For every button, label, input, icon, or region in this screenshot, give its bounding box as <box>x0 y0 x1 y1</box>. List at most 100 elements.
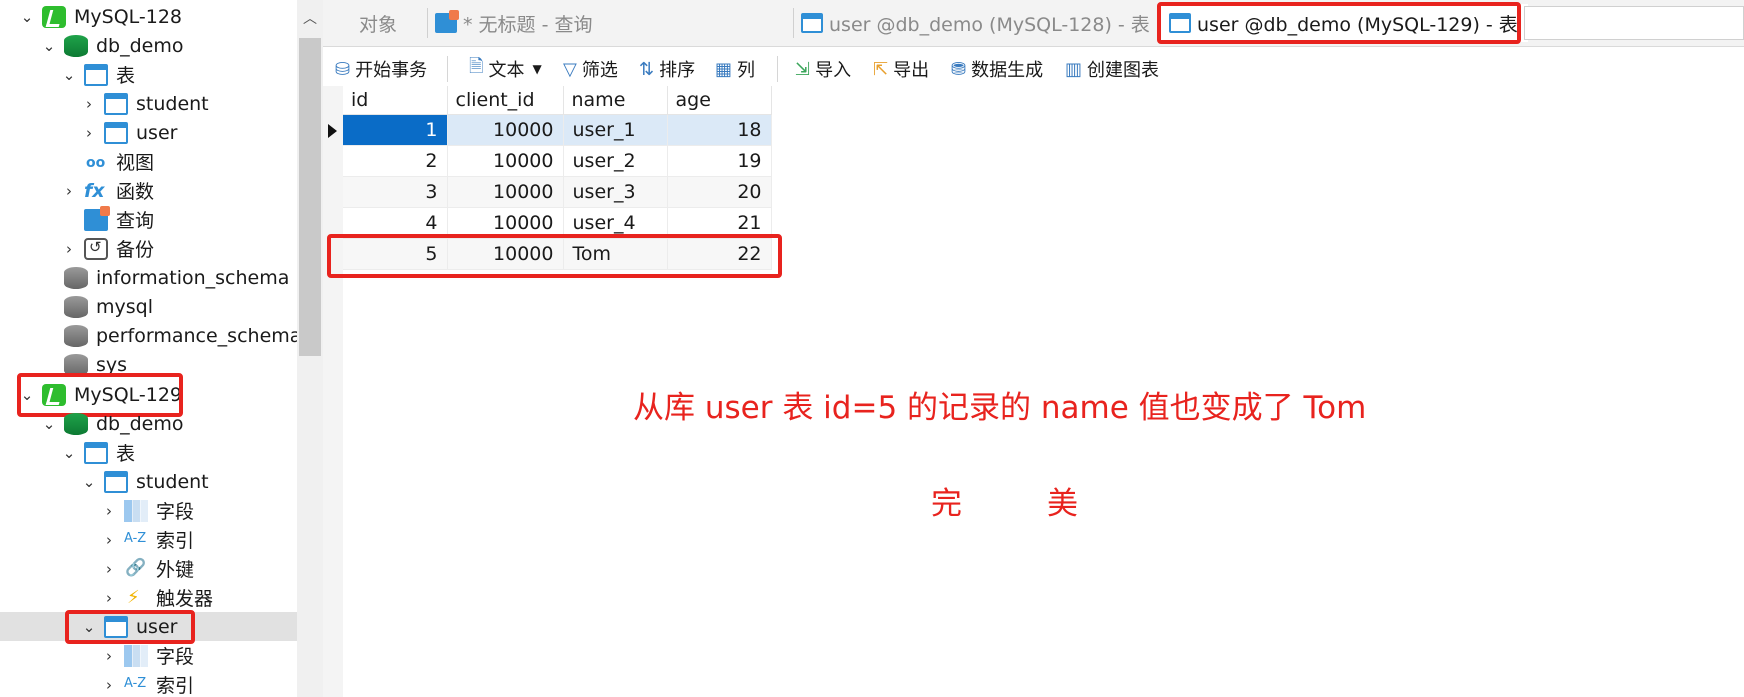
tree-label: performance_schema <box>96 324 297 347</box>
chevron-right-icon[interactable]: › <box>100 676 118 694</box>
scrollbar-thumb[interactable] <box>299 38 321 356</box>
toolbar-label: 排序 <box>659 60 696 81</box>
chevron-right-icon[interactable]: › <box>80 95 98 113</box>
tree-table-student-129[interactable]: ⌄ student <box>80 467 209 496</box>
tab-objects[interactable]: 对象 <box>359 4 397 42</box>
database-icon <box>64 324 88 347</box>
filter-button[interactable]: ▽ 筛选 <box>563 54 618 84</box>
chevron-up-icon[interactable]: ︿ <box>303 8 317 28</box>
dropdown-arrow-icon[interactable]: ▼ <box>532 62 541 76</box>
chevron-right-icon[interactable]: › <box>100 560 118 578</box>
chevron-down-icon[interactable]: ⌄ <box>40 37 58 55</box>
cell-client-id[interactable]: 10000 <box>447 114 564 146</box>
chevron-down-icon[interactable]: ⌄ <box>60 444 78 462</box>
cell-id[interactable]: 2 <box>343 145 448 177</box>
connection-icon <box>42 5 66 28</box>
tree-label: 函数 <box>116 181 155 203</box>
tree-connection-mysql128[interactable]: ⌄ MySQL-128 <box>18 2 182 31</box>
annotation-text: 从库 user 表 id=5 的记录的 name 值也变成了 Tom <box>633 390 1367 426</box>
cell-name[interactable]: user_1 <box>563 114 668 146</box>
cell-client-id[interactable]: 10000 <box>447 176 564 208</box>
cell-id[interactable]: 1 <box>343 114 448 146</box>
grid-icon: ▦ <box>715 58 733 80</box>
toolbar-label: 开始事务 <box>355 60 428 81</box>
cell-age[interactable]: 19 <box>667 145 772 177</box>
tab-label: 对象 <box>359 13 398 36</box>
tree-indexes-user[interactable]: › 索引 <box>100 670 194 697</box>
import-button[interactable]: ⇲ 导入 <box>795 54 851 84</box>
tree-views-128[interactable]: 视图 <box>60 147 154 176</box>
begin-transaction-button[interactable]: ⛁ 开始事务 <box>335 54 427 84</box>
tree-db-demo-128[interactable]: ⌄ db_demo <box>40 31 184 60</box>
tree-db-performance-schema[interactable]: performance_schema <box>40 321 297 350</box>
tree-fields-user[interactable]: › 字段 <box>100 641 194 670</box>
column-header-client-id[interactable]: client_id <box>447 86 564 115</box>
tree-foreign-keys[interactable]: › 外键 <box>100 554 194 583</box>
tree-label: db_demo <box>96 412 184 435</box>
column-header-name[interactable]: name <box>563 86 668 115</box>
table-row[interactable]: 1 10000 user_1 18 <box>343 114 772 146</box>
tree-scrollbar[interactable]: ︿ <box>297 0 323 697</box>
field-icon <box>124 644 148 667</box>
tree-table-student-128[interactable]: › student <box>80 89 209 118</box>
chevron-down-icon[interactable]: ⌄ <box>40 415 58 433</box>
tab-search-input[interactable] <box>1524 6 1744 40</box>
toolbar-label: 导入 <box>815 60 852 81</box>
chevron-right-icon[interactable]: › <box>60 240 78 258</box>
tree-db-mysql[interactable]: mysql <box>40 292 153 321</box>
column-header-age[interactable]: age <box>667 86 772 115</box>
column-header-id[interactable]: id <box>343 86 448 115</box>
chevron-right-icon[interactable]: › <box>100 502 118 520</box>
toolbar-label: 创建图表 <box>1087 60 1160 81</box>
cell-client-id[interactable]: 10000 <box>447 145 564 177</box>
chevron-down-icon[interactable]: ⌄ <box>80 473 98 491</box>
index-icon <box>124 529 148 551</box>
chevron-right-icon[interactable]: › <box>60 182 78 200</box>
data-generation-button[interactable]: ⛃ 数据生成 <box>951 54 1043 84</box>
cell-age[interactable]: 18 <box>667 114 772 146</box>
export-button[interactable]: ⇱ 导出 <box>873 54 929 84</box>
tree-indexes[interactable]: › 索引 <box>100 525 194 554</box>
chevron-right-icon[interactable]: › <box>100 531 118 549</box>
tree-tables-129[interactable]: ⌄ 表 <box>60 438 135 467</box>
sort-icon: ⇅ <box>639 58 655 80</box>
tree-queries-128[interactable]: 查询 <box>60 205 154 234</box>
grid-vertical-scrollbar[interactable] <box>1718 86 1744 697</box>
document-icon: 🗎 <box>469 56 484 77</box>
export-icon: ⇱ <box>873 58 889 80</box>
tree-triggers[interactable]: › 触发器 <box>100 583 213 612</box>
chevron-right-icon[interactable]: › <box>100 589 118 607</box>
tree-table-user-128[interactable]: › user <box>80 118 177 147</box>
table-row[interactable]: 3 10000 user_3 20 <box>343 176 772 208</box>
columns-button[interactable]: ▦ 列 <box>715 54 755 84</box>
cell-age[interactable]: 20 <box>667 176 772 208</box>
tree-fields[interactable]: › 字段 <box>100 496 194 525</box>
cell-id[interactable]: 3 <box>343 176 448 208</box>
tree-label: 字段 <box>156 501 195 523</box>
lightning-icon <box>124 587 148 609</box>
tab-query[interactable]: * 无标题 - 查询 <box>435 4 592 42</box>
data-grid-area: id client_id name age 1 10000 user_1 18 … <box>323 86 1744 697</box>
field-icon <box>124 499 148 522</box>
sort-button[interactable]: ⇅ 排序 <box>639 54 695 84</box>
tree-label: db_demo <box>96 34 184 57</box>
tree-db-information-schema[interactable]: information_schema <box>40 263 289 292</box>
tree-functions-128[interactable]: › 函数 <box>60 176 154 205</box>
create-chart-button[interactable]: ▥ 创建图表 <box>1065 54 1159 84</box>
cell-name[interactable]: user_2 <box>563 145 668 177</box>
annotation-word-1: 完 <box>931 486 962 522</box>
tab-user-mysql128[interactable]: user @db_demo (MySQL-128) - 表 <box>801 4 1150 42</box>
tree-label: 表 <box>116 443 136 465</box>
tree-db-demo-129[interactable]: ⌄ db_demo <box>40 409 184 438</box>
chevron-down-icon[interactable]: ⌄ <box>18 8 36 26</box>
chevron-right-icon[interactable]: › <box>100 647 118 665</box>
table-row[interactable]: 2 10000 user_2 19 <box>343 145 772 177</box>
navigation-tree: ⌄ MySQL-128 ⌄ db_demo ⌄ 表 › student › us… <box>0 0 297 697</box>
tree-tables-128[interactable]: ⌄ 表 <box>60 60 135 89</box>
text-button[interactable]: 🗎 文本 ▼ <box>469 54 542 84</box>
tree-backups-128[interactable]: › 备份 <box>60 234 154 263</box>
chevron-down-icon[interactable]: ⌄ <box>60 66 78 84</box>
chevron-right-icon[interactable]: › <box>80 124 98 142</box>
link-icon <box>124 558 148 580</box>
cell-name[interactable]: user_3 <box>563 176 668 208</box>
